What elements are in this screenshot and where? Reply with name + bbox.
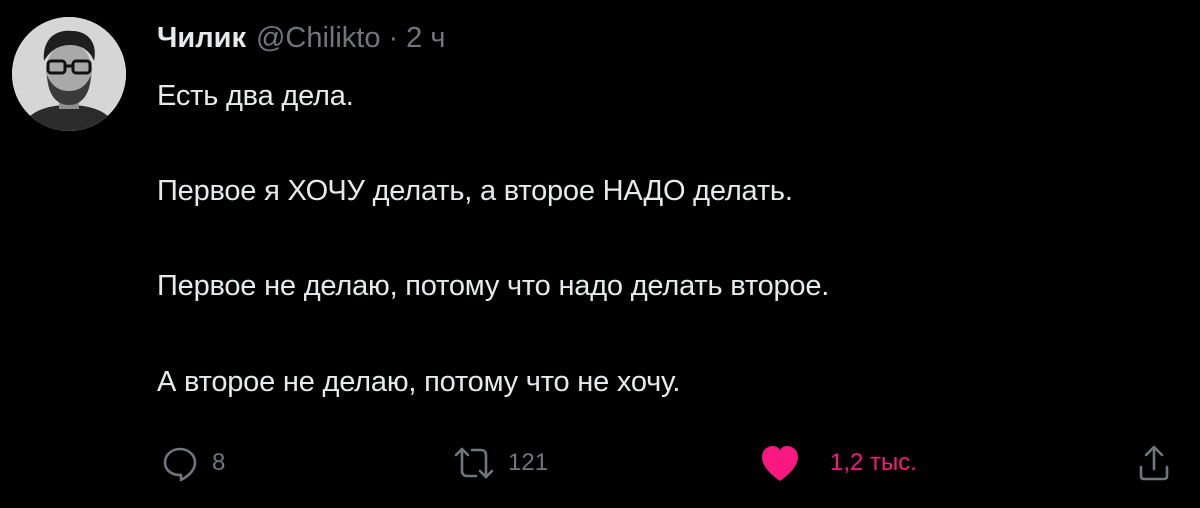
share-button[interactable]: [1136, 440, 1172, 486]
retweet-count: 121: [508, 449, 549, 476]
tweet-text-line: Есть два дела.: [157, 80, 354, 112]
like-button[interactable]: 1,2 тыс.: [758, 440, 917, 486]
share-icon: [1136, 443, 1172, 483]
reply-count: 8: [212, 449, 226, 476]
reply-icon: [160, 443, 200, 483]
separator-dot: ·: [388, 22, 399, 54]
tweet: Чилик @Chilikto · 2 ч Есть два дела. Пер…: [0, 0, 1200, 508]
tweet-text-line: А второе не делаю, потому что не хочу.: [157, 366, 681, 398]
author-name[interactable]: Чилик: [157, 22, 246, 55]
tweet-text-line: Первое не делаю, потому что надо делать …: [157, 270, 830, 302]
avatar[interactable]: [12, 17, 126, 131]
author-handle[interactable]: @Chilikto: [256, 22, 381, 55]
retweet-icon: [452, 443, 496, 483]
avatar-photo: [12, 17, 126, 131]
tweet-text-line: Первое я ХОЧУ делать, а второе НАДО дела…: [157, 175, 793, 207]
timestamp[interactable]: 2 ч: [406, 22, 445, 55]
reply-button[interactable]: 8: [160, 440, 225, 486]
heart-icon: [758, 443, 802, 483]
like-count: 1,2 тыс.: [830, 449, 917, 476]
retweet-button[interactable]: 121: [452, 440, 548, 486]
tweet-header: Чилик @Chilikto · 2 ч: [157, 22, 445, 62]
